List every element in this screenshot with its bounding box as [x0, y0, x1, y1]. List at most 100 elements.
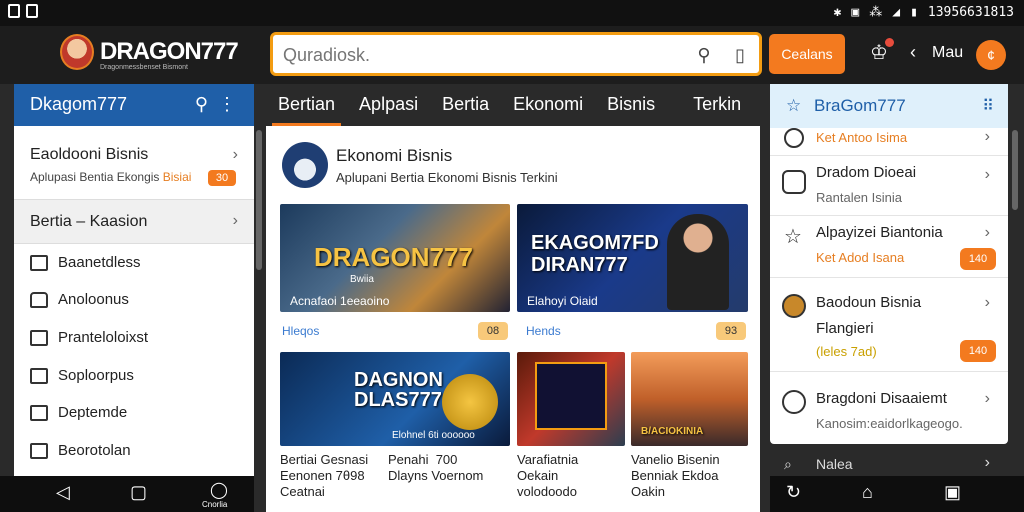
vibrate-icon: ▣: [851, 5, 860, 20]
chat-icon[interactable]: ◯: [210, 480, 228, 500]
search-icon[interactable]: ⚲: [195, 94, 208, 115]
left-item-1[interactable]: Baanetdless: [30, 254, 141, 271]
chevron-right-icon: ›: [984, 390, 990, 407]
count-badge: 140: [960, 248, 996, 270]
recents-nav-icon[interactable]: ▣: [944, 482, 961, 503]
glasses-icon: ⌕: [784, 456, 792, 472]
card-caption: Vanelio Bisenin Benniak Ekdoa Oakin: [631, 452, 720, 499]
chevron-right-icon: ›: [232, 146, 238, 163]
left-item-2[interactable]: Anoloonus: [30, 291, 129, 308]
chevron-right-icon: ›: [984, 454, 990, 471]
right-item-1[interactable]: Ket Antoo Isima ›: [770, 128, 1008, 156]
count-badge: 30: [208, 170, 236, 186]
left-item-3[interactable]: Pranteloloixst: [30, 329, 148, 346]
left-item-4[interactable]: Soploorpus: [30, 367, 134, 384]
news-card-image[interactable]: EKAGOM7FD DIRAN777 Elahoyi Oiaid: [517, 204, 748, 312]
back-arrow-icon[interactable]: ‹: [910, 42, 916, 63]
tab-bertian[interactable]: Bertian: [266, 84, 347, 126]
home-icon: [30, 291, 48, 308]
search-icon[interactable]: ⚲: [693, 44, 715, 66]
left-card-title: Eaoldooni Bisnis: [30, 146, 149, 163]
presenter-image: [667, 214, 729, 310]
card-badge: 08: [478, 322, 508, 340]
scrollbar[interactable]: [1012, 130, 1018, 210]
left-panel: Dkagom777 ⚲ ⋮ Eaoldooni Bisnis Aplupasi …: [14, 84, 254, 476]
card-caption: Varafiatnia Oekain volodoodo: [517, 452, 579, 499]
tab-terkin[interactable]: Terkin: [667, 84, 753, 126]
status-bar: ✱ ▣ ⁂ ◢ ▮ 13956631813: [0, 0, 1024, 26]
folder-icon: [30, 367, 48, 384]
chevron-right-icon: ›: [984, 294, 990, 311]
terminal-screen-image: [535, 362, 607, 430]
star-icon: ☆: [786, 96, 802, 115]
shield-icon: [782, 170, 806, 194]
left-card-bertia[interactable]: Bertia – Kaasion ›: [14, 200, 254, 244]
scrollbar[interactable]: [256, 130, 262, 270]
back-nav-icon[interactable]: ◁: [56, 482, 70, 503]
coin-icon: [442, 374, 498, 430]
avatar[interactable]: ¢: [976, 40, 1006, 70]
tab-bertia[interactable]: Bertia: [430, 84, 501, 126]
card-meta: Hends: [526, 324, 561, 338]
channel-icon: [282, 142, 328, 188]
battery-icon: ▮: [910, 5, 918, 20]
right-item-3[interactable]: ☆ Alpayizei Biantonia Ket Adod Isana › 1…: [770, 216, 1008, 278]
bluetooth-icon: ✱: [833, 5, 842, 20]
android-nav-right: ↻ ⌂ ▣: [770, 476, 1024, 512]
count-badge: 140: [960, 340, 996, 362]
notification-bell-icon[interactable]: ♔: [866, 38, 894, 68]
square-icon: [30, 442, 48, 459]
refresh-icon[interactable]: ↻: [786, 482, 801, 503]
news-card-image[interactable]: DRAGON777 Bwiia Acnafaoi 1eeaoino: [280, 204, 510, 312]
left-panel-header: Dkagom777 ⚲ ⋮: [14, 84, 254, 126]
search-bar[interactable]: ⚲ ▯: [270, 32, 762, 76]
briefcase-icon: [30, 254, 48, 271]
news-card-image[interactable]: B/ACIOKINIA: [631, 352, 748, 446]
storage-icon: [26, 4, 38, 18]
document-icon: [30, 329, 48, 346]
card-badge: 93: [716, 322, 746, 340]
status-time: 13956631813: [927, 5, 1014, 20]
bag-icon: [30, 404, 48, 421]
card-caption: Penahi 700 Dlayns Voernom: [388, 452, 484, 483]
coin-icon: [782, 294, 806, 318]
chevron-right-icon: ›: [984, 128, 990, 145]
notification-dot: [885, 38, 894, 47]
cta-button[interactable]: Cealans: [769, 34, 845, 74]
android-nav-left: ◁ ▢ ◯ Cnorlia: [0, 476, 254, 512]
chevron-right-icon: ›: [984, 224, 990, 241]
signal-icon: ◢: [892, 5, 901, 20]
grid-icon[interactable]: ⠿: [982, 96, 994, 116]
logo-text: DRAGON777: [100, 38, 239, 65]
more-vert-icon[interactable]: ⋮: [218, 94, 236, 115]
tab-bisnis[interactable]: Bisnis: [595, 84, 667, 126]
left-item-6[interactable]: Beorotolan: [30, 442, 131, 459]
star-icon: ☆: [784, 226, 802, 248]
left-card-ekonomi[interactable]: Eaoldooni Bisnis Aplupasi Bentia Ekongis…: [14, 126, 254, 200]
left-card-title: Bertia – Kaasion: [30, 213, 148, 230]
right-item-4[interactable]: Baodoun Bisnia Flangieri (leles 7ad) › 1…: [770, 278, 1008, 372]
chevron-right-icon: ›: [984, 166, 990, 183]
left-item-5[interactable]: Deptemde: [30, 404, 127, 421]
right-panel-title: BraGom777: [814, 96, 906, 115]
tab-ekonomi[interactable]: Ekonomi: [501, 84, 595, 126]
clipboard-icon[interactable]: ▯: [729, 44, 751, 66]
logo[interactable]: DRAGON777 Dragonmessbenset Bismont: [60, 34, 239, 71]
right-item-5[interactable]: Bragdoni Disaaiemt Kanosim:eaidorlkageog…: [770, 372, 1008, 444]
main-feed: Ekonomi Bisnis Aplupani Bertia Ekonomi B…: [266, 126, 760, 512]
right-item-2[interactable]: Dradom Dioeai Rantalen Isinia ›: [770, 156, 1008, 216]
status-icons-left: [8, 4, 38, 18]
home-nav-icon[interactable]: ⌂: [862, 482, 873, 503]
search-input[interactable]: [283, 43, 663, 67]
recents-nav-icon[interactable]: ▢: [130, 482, 147, 503]
menu-link[interactable]: Mau: [932, 44, 963, 62]
tab-bar: Bertian Aplpasi Bertia Ekonomi Bisnis Te…: [266, 84, 766, 126]
right-panel-header: ☆ BraGom777 ⠿: [770, 84, 1008, 128]
shield-check-icon: [782, 390, 806, 414]
tab-aplpasi[interactable]: Aplpasi: [347, 84, 430, 126]
news-card-image[interactable]: [517, 352, 625, 446]
status-icons-right: ✱ ▣ ⁂ ◢ ▮ 13956631813: [834, 5, 1014, 20]
news-card-image[interactable]: DAGNON DLAS777 Elohnel 6ti oooooo: [280, 352, 510, 446]
app-header: DRAGON777 Dragonmessbenset Bismont ⚲ ▯ C…: [0, 26, 1024, 84]
circle-icon: [784, 128, 804, 148]
